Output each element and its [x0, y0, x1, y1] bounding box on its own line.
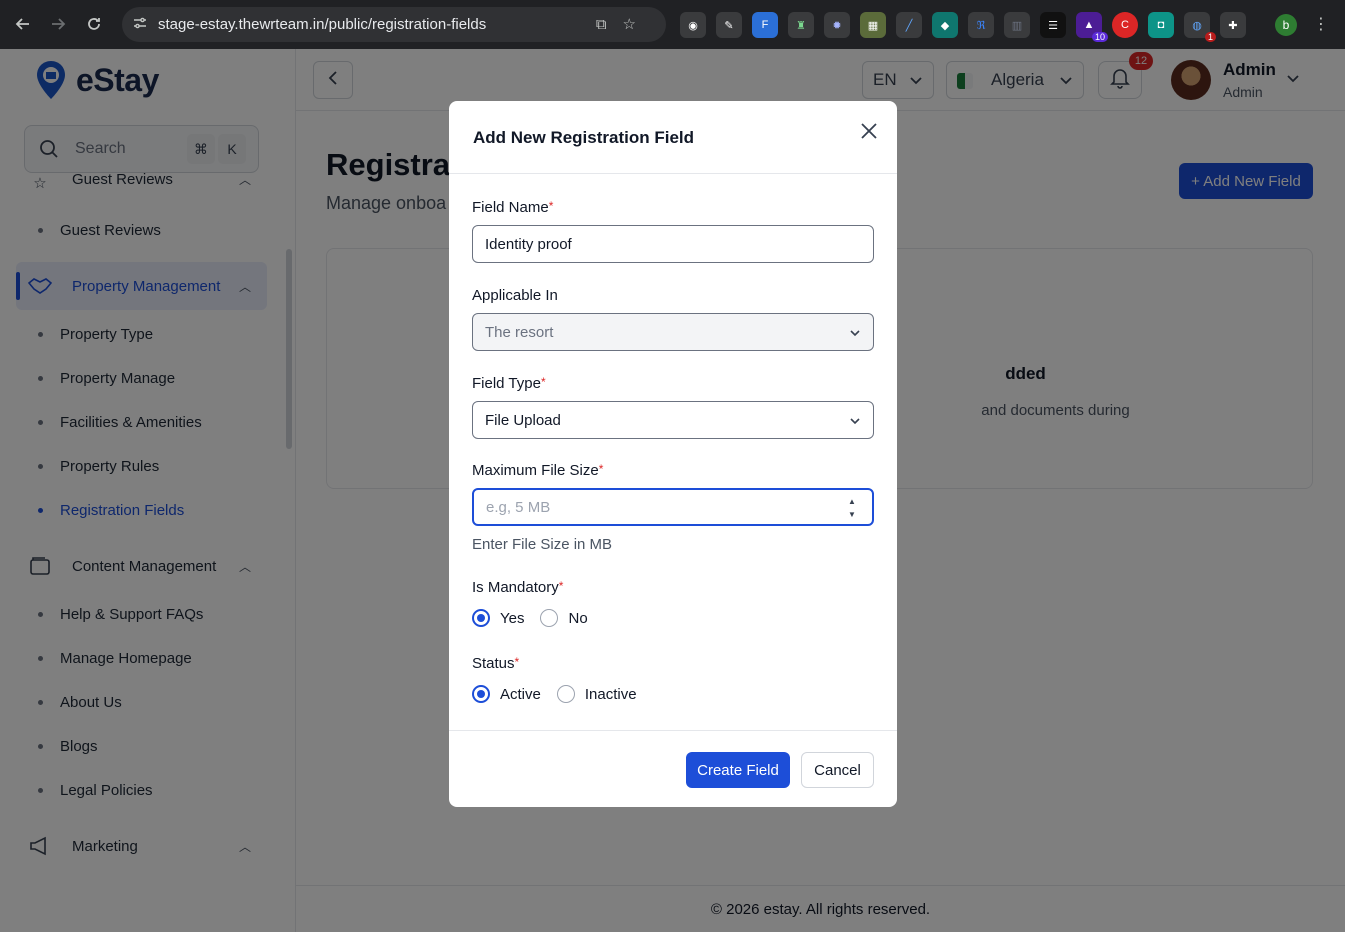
applicable-in-label: Applicable In [472, 287, 558, 304]
eyedropper-icon[interactable]: ✎ [716, 12, 742, 38]
close-icon[interactable] [857, 119, 881, 143]
mandatory-no-option[interactable]: No [540, 609, 588, 627]
chevron-down-icon [849, 414, 861, 431]
field-name-label: Field Name* [472, 199, 554, 216]
back-arrow-icon[interactable] [5, 6, 41, 42]
radio-active[interactable] [472, 685, 490, 703]
modal-footer: Create Field Cancel [449, 730, 897, 807]
extension-icon[interactable]: ▲ 10 [1076, 12, 1108, 42]
required-marker: * [540, 375, 546, 389]
site-settings-icon[interactable] [132, 15, 150, 33]
extension-icon[interactable]: F [752, 12, 778, 38]
max-file-size-placeholder: e.g, 5 MB [486, 498, 551, 516]
max-file-size-hint: Enter File Size in MB [472, 536, 613, 553]
shield-icon[interactable]: ◆ [932, 12, 958, 38]
modal-header: Add New Registration Field [449, 101, 897, 174]
extension-icon[interactable]: ♜ [788, 12, 814, 38]
url-text: stage-estay.thewrteam.in/public/registra… [158, 16, 487, 33]
radio-inactive[interactable] [556, 685, 575, 703]
puzzle-icon[interactable]: ✚ [1220, 12, 1246, 38]
radio-no[interactable] [540, 609, 559, 627]
applicable-in-select: The resort [472, 313, 874, 351]
extension-icon[interactable]: ◉ [680, 12, 706, 38]
bookmark-star-icon[interactable]: ⧉☆ [596, 15, 652, 33]
profile-avatar[interactable]: b [1275, 14, 1297, 36]
number-stepper[interactable]: ▲ ▼ [846, 497, 858, 519]
browser-toolbar: stage-estay.thewrteam.in/public/registra… [0, 0, 1345, 49]
step-up-icon[interactable]: ▲ [848, 497, 856, 506]
required-marker: * [514, 655, 520, 669]
field-name-input[interactable]: Identity proof [472, 225, 874, 263]
extensions-bar: ◉ ✎ F ♜ ✹ ▦ ╱ ◆ ℜ ▥ ☰ ▲ 10 C ◘ ◍ 1 ✚ [680, 12, 1246, 42]
status-radio-group: Active Inactive [472, 685, 653, 703]
radio-yes[interactable] [472, 609, 490, 627]
is-mandatory-label: Is Mandatory* [472, 579, 564, 596]
gear-icon[interactable]: ✹ [824, 12, 850, 38]
create-field-button[interactable]: Create Field [686, 752, 790, 788]
extension-icon[interactable]: C [1112, 12, 1138, 38]
extension-icon[interactable]: ▥ [1004, 12, 1030, 38]
is-mandatory-radio-group: Yes No [472, 609, 604, 627]
reload-icon[interactable] [76, 6, 112, 42]
required-marker: * [558, 579, 564, 593]
field-type-label: Field Type* [472, 375, 546, 392]
extension-icon[interactable]: ☰ [1040, 12, 1066, 38]
max-file-size-label: Maximum File Size* [472, 462, 604, 479]
required-marker: * [598, 462, 604, 476]
field-type-select[interactable]: File Upload [472, 401, 874, 439]
step-down-icon[interactable]: ▼ [848, 510, 856, 519]
extension-icon[interactable]: ◘ [1148, 12, 1174, 38]
address-bar[interactable]: stage-estay.thewrteam.in/public/registra… [122, 7, 666, 42]
forward-arrow-icon[interactable] [40, 6, 76, 42]
status-label: Status* [472, 655, 520, 672]
extension-icon[interactable]: ▦ [860, 12, 886, 38]
cancel-button[interactable]: Cancel [801, 752, 874, 788]
chevron-down-icon [849, 326, 861, 343]
extension-icon[interactable]: ◍ 1 [1184, 12, 1216, 42]
mandatory-yes-option[interactable]: Yes [472, 609, 524, 627]
max-file-size-input[interactable]: e.g, 5 MB ▲ ▼ [472, 488, 874, 526]
status-inactive-option[interactable]: Inactive [556, 685, 637, 703]
status-active-option[interactable]: Active [472, 685, 541, 703]
extension-icon[interactable]: ℜ [968, 12, 994, 38]
modal-title: Add New Registration Field [473, 128, 695, 147]
required-marker: * [548, 199, 554, 213]
add-registration-field-modal: Add New Registration Field Field Name* I… [449, 101, 897, 807]
extension-icon[interactable]: ╱ [896, 12, 922, 38]
more-menu-icon[interactable]: ⋮ [1313, 14, 1329, 34]
